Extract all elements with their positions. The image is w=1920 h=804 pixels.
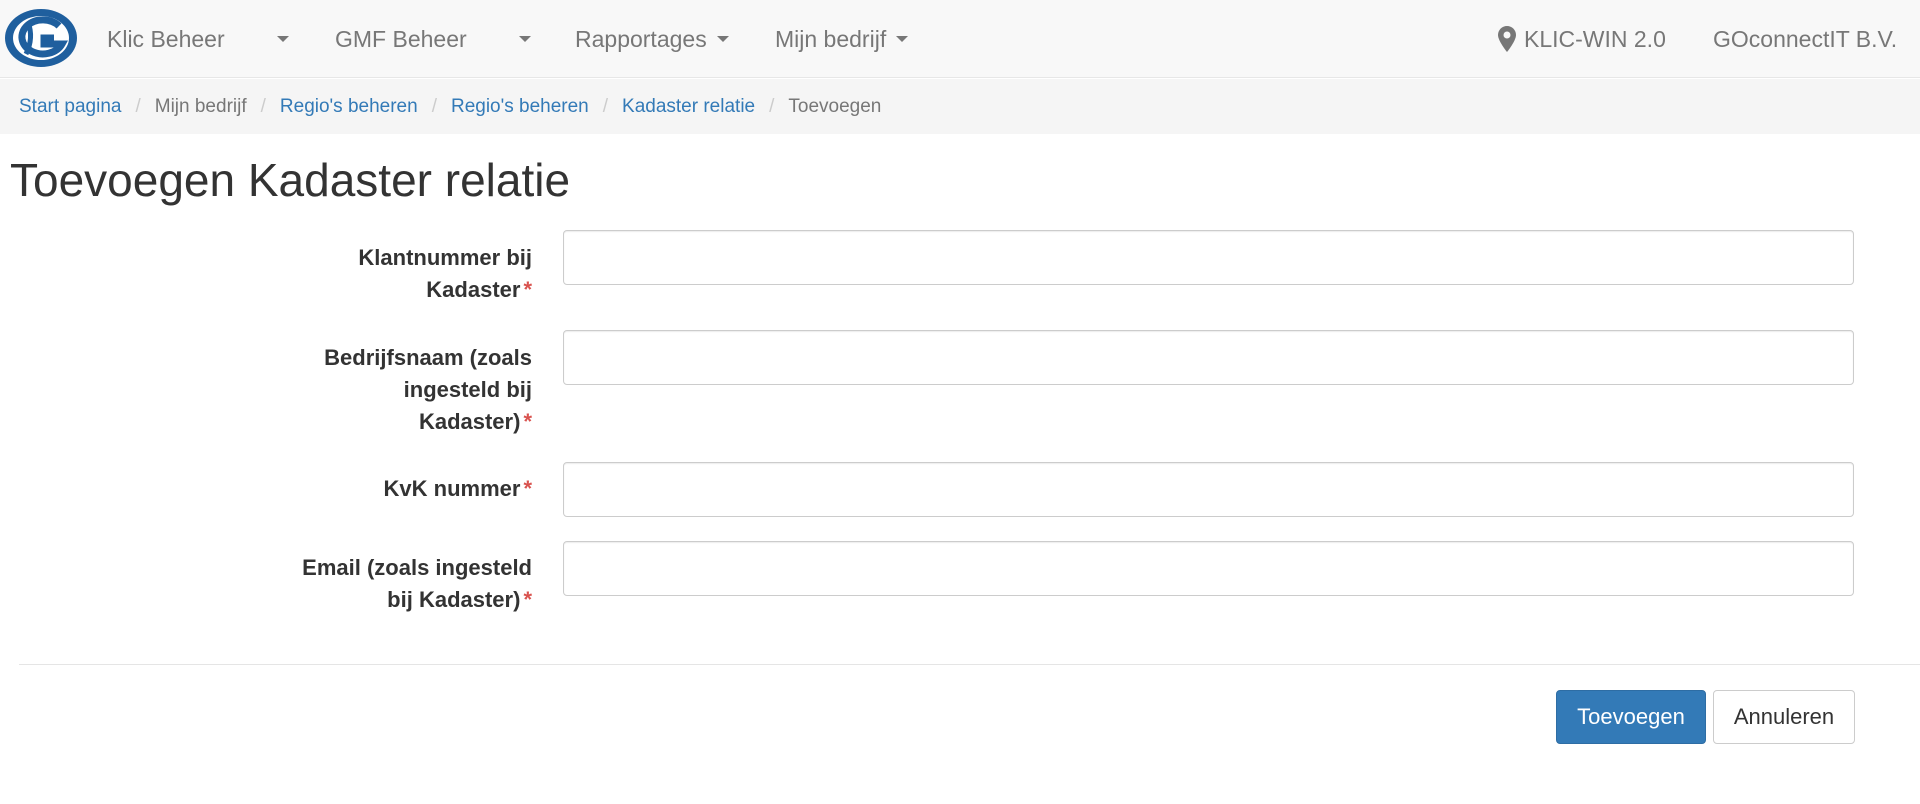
breadcrumb-separator: /: [602, 95, 609, 117]
klantnummer-label-line: Kadaster *: [12, 274, 532, 306]
bedrijfsnaam-label-line: ingesteld bij: [403, 377, 532, 402]
breadcrumb-mijn-bedrijf: Mijn bedrijf: [154, 95, 247, 117]
required-asterisk: *: [523, 476, 532, 501]
annuleren-button[interactable]: Annuleren: [1713, 690, 1855, 744]
breadcrumb-start-pagina[interactable]: Start pagina: [19, 96, 121, 118]
nav-rapportages[interactable]: Rapportages: [575, 0, 729, 78]
required-asterisk: *: [523, 587, 532, 612]
kvk-nummer-label-text: KvK nummer: [383, 476, 521, 501]
nav-klic-beheer[interactable]: Klic Beheer: [107, 0, 289, 78]
kvk-nummer-label-line: KvK nummer *: [12, 473, 532, 505]
nav-rapportages-label: Rapportages: [575, 25, 707, 52]
breadcrumb-separator: /: [431, 95, 437, 117]
bedrijfsnaam-label-line: Kadaster) *: [12, 406, 532, 438]
app-version-link[interactable]: KLIC-WIN 2.0: [1498, 0, 1666, 78]
breadcrumb: Start pagina / Mijn bedrijf / Regio's be…: [0, 79, 1920, 134]
kvk-nummer-label: KvK nummer *: [12, 473, 532, 505]
klantnummer-label: Klantnummer bij Kadaster *: [12, 242, 532, 306]
breadcrumb-regios-beheren-2[interactable]: Regio's beheren: [451, 96, 589, 118]
email-label-line: bij Kadaster) *: [12, 584, 532, 616]
goconnectit-logo-icon[interactable]: [4, 8, 78, 68]
form-divider: [19, 664, 1920, 665]
kvk-nummer-input[interactable]: [563, 462, 1854, 517]
breadcrumb-regios-beheren-1[interactable]: Regio's beheren: [280, 96, 418, 118]
company-name-label: GOconnectIT B.V.: [1713, 25, 1898, 52]
required-asterisk: *: [523, 277, 532, 302]
klantnummer-input[interactable]: [563, 230, 1854, 285]
klantnummer-label-line: Klantnummer bij: [358, 245, 532, 270]
toevoegen-button[interactable]: Toevoegen: [1556, 690, 1706, 744]
nav-klic-beheer-label: Klic Beheer: [107, 25, 225, 52]
bedrijfsnaam-input[interactable]: [563, 330, 1854, 385]
email-label-text: bij Kadaster): [387, 587, 521, 612]
caret-down-icon: [276, 36, 289, 42]
map-marker-icon: [1498, 26, 1516, 52]
breadcrumb-separator: /: [769, 95, 775, 117]
bedrijfsnaam-label-line: Bedrijfsnaam (zoals: [324, 345, 532, 370]
klantnummer-label-text: Kadaster: [426, 277, 521, 302]
email-input[interactable]: [563, 541, 1854, 596]
caret-down-icon: [518, 36, 531, 42]
nav-mijn-bedrijf[interactable]: Mijn bedrijf: [775, 0, 909, 78]
breadcrumb-separator: /: [135, 95, 141, 117]
app-version-label: KLIC-WIN 2.0: [1524, 25, 1666, 52]
email-label-line: Email (zoals ingesteld: [302, 555, 532, 580]
company-menu[interactable]: GOconnectIT B.V.: [1713, 0, 1897, 78]
email-label: Email (zoals ingesteld bij Kadaster) *: [12, 552, 532, 616]
breadcrumb-separator: /: [260, 95, 266, 117]
required-asterisk: *: [523, 409, 532, 434]
bedrijfsnaam-label-text: Kadaster): [418, 409, 521, 434]
breadcrumb-toevoegen: Toevoegen: [788, 95, 882, 117]
top-navbar: Klic Beheer GMF Beheer Rapportages Mijn …: [0, 0, 1920, 78]
caret-down-icon: [716, 36, 729, 42]
nav-gmf-beheer-label: GMF Beheer: [335, 25, 467, 52]
breadcrumb-kadaster-relatie[interactable]: Kadaster relatie: [622, 96, 755, 118]
caret-down-icon: [896, 36, 909, 42]
page-title: Toevoegen Kadaster relatie: [10, 154, 571, 206]
nav-gmf-beheer[interactable]: GMF Beheer: [335, 0, 531, 78]
bedrijfsnaam-label: Bedrijfsnaam (zoals ingesteld bij Kadast…: [12, 342, 532, 438]
nav-mijn-bedrijf-label: Mijn bedrijf: [775, 25, 887, 52]
